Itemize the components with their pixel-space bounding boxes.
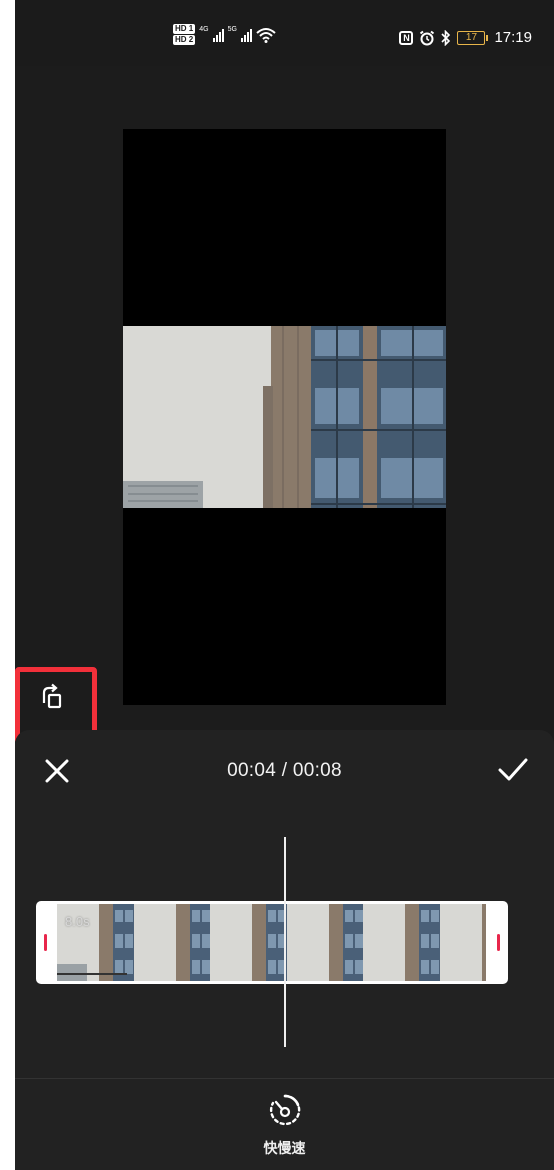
video-preview[interactable] (123, 129, 446, 705)
nfc-icon: N (399, 30, 414, 45)
network-type-2: 5G (227, 26, 237, 33)
bluetooth-icon (441, 29, 451, 46)
speed-label: 快慢速 (263, 1141, 306, 1157)
battery-level: 17 (457, 30, 486, 45)
video-frame-image (123, 326, 446, 508)
trim-handle-right[interactable] (497, 934, 500, 951)
playhead[interactable] (284, 837, 286, 1047)
status-left: HD 1 HD 2 4G 5G (173, 24, 276, 45)
timeline-thumbnail (210, 904, 287, 981)
clock: 17:19 (494, 29, 532, 46)
trim-bar[interactable]: 8.0s (36, 901, 508, 984)
left-edge (0, 0, 15, 1170)
speed-icon (269, 1094, 300, 1126)
alarm-icon (420, 30, 435, 45)
rotate-icon[interactable] (40, 683, 66, 711)
wifi-icon (256, 27, 276, 43)
status-right: N 17 17:19 (399, 29, 532, 46)
timeline-thumbnail (439, 904, 486, 981)
checkmark-icon[interactable] (497, 755, 529, 785)
signal-icon (240, 28, 252, 42)
hd-badges: HD 1 HD 2 (173, 24, 196, 45)
trim-handle-left[interactable] (44, 934, 47, 951)
timeline-thumbnail (363, 904, 440, 981)
clip-duration: 8.0s (65, 914, 90, 929)
video-editor-screen: HD 1 HD 2 4G 5G N 17 17:19 00:04 / 00:08… (15, 0, 554, 1170)
status-bar: HD 1 HD 2 4G 5G N 17 17:19 (15, 0, 554, 66)
timeline-frames (57, 904, 486, 981)
time-display: 00:04 / 00:08 (227, 760, 342, 781)
battery-icon: 17 (457, 30, 489, 45)
timeline-thumbnail (286, 904, 363, 981)
network-type-1: 4G (199, 26, 209, 33)
signal-icon (212, 28, 224, 42)
speed-button[interactable]: 快慢速 (237, 1092, 332, 1162)
hd2-badge: HD 2 (173, 35, 196, 45)
hd1-badge: HD 1 (173, 24, 196, 34)
toolbar-divider (15, 1078, 554, 1079)
timeline-thumbnail (133, 904, 210, 981)
edit-panel: 00:04 / 00:08 8.0s 快慢速 (15, 730, 554, 1170)
